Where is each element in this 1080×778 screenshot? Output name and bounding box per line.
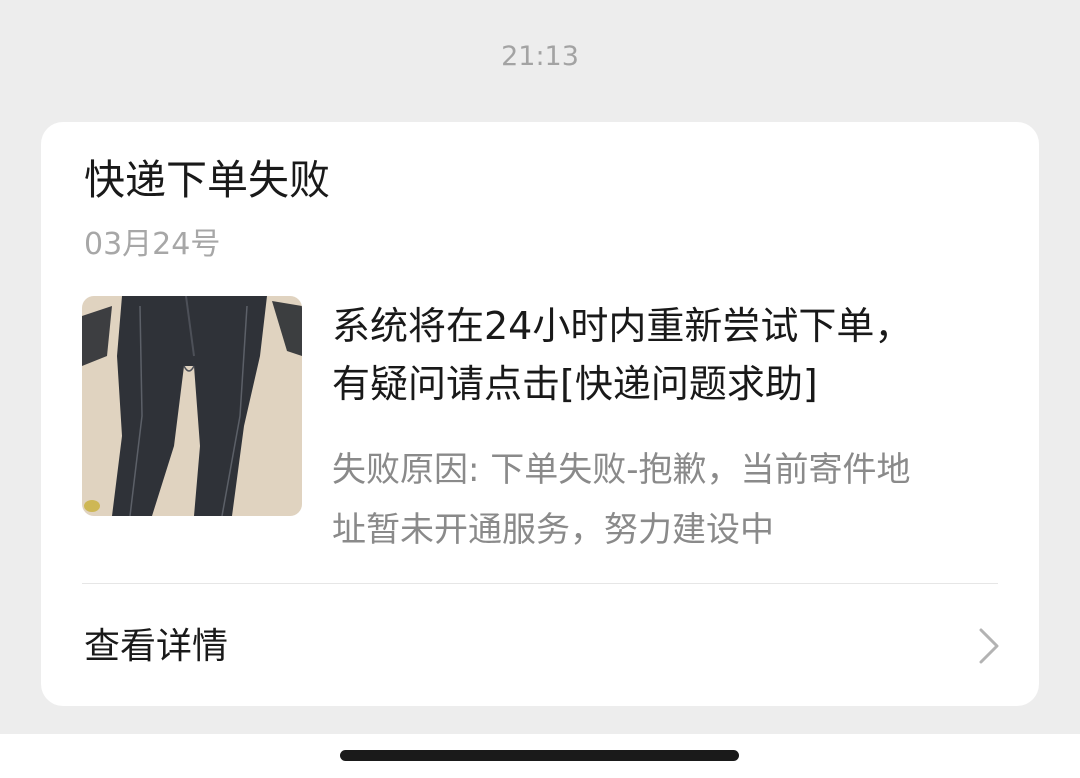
- message-line-1: 系统将在24小时内重新尝试下单，: [332, 304, 913, 348]
- card-date: 03月24号: [84, 227, 221, 262]
- reason-line-1: 失败原因: 下单失败-抱歉，当前寄件地: [332, 450, 911, 490]
- message-line-2: 有疑问请点击[快递问题求助]: [332, 362, 818, 406]
- notification-card[interactable]: 快递下单失败 03月24号 系统将在24小时内重新尝试下单， 有疑问请点击[快递…: [41, 122, 1039, 706]
- home-indicator[interactable]: [340, 750, 739, 761]
- product-thumbnail[interactable]: [82, 296, 302, 516]
- notification-message: 系统将在24小时内重新尝试下单， 有疑问请点击[快递问题求助]: [332, 297, 1012, 413]
- card-title: 快递下单失败: [84, 156, 330, 204]
- message-timestamp: 21:13: [501, 41, 579, 72]
- view-details-label: 查看详情: [84, 626, 229, 667]
- reason-line-2: 址暂未开通服务，努力建设中: [332, 510, 774, 550]
- view-details-button[interactable]: 查看详情: [41, 584, 1039, 706]
- jeans-image: [82, 296, 302, 516]
- chevron-right-icon: [979, 628, 999, 664]
- failure-reason: 失败原因: 下单失败-抱歉，当前寄件地 址暂未开通服务，努力建设中: [332, 440, 1012, 560]
